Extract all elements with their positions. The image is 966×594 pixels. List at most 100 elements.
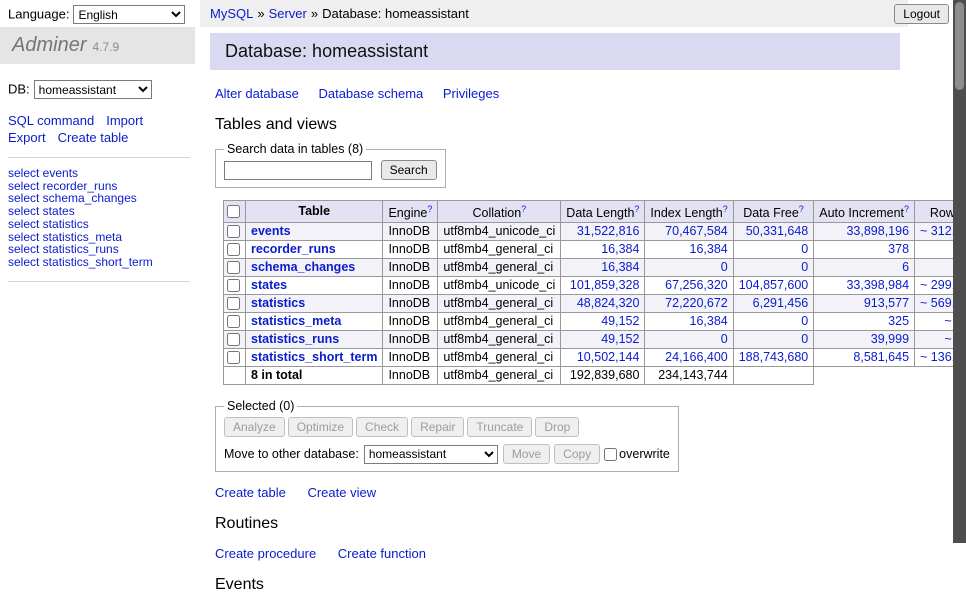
copy-button[interactable]: Copy (554, 444, 600, 464)
index-length-link[interactable]: 72,220,672 (665, 296, 728, 310)
auto-increment-link[interactable]: 8,581,645 (853, 350, 909, 364)
column-header-label: Data Length (566, 206, 634, 220)
move-db-select[interactable]: homeassistant (364, 445, 498, 464)
auto-increment-link[interactable]: 39,999 (871, 332, 909, 346)
auto-increment-link[interactable]: 913,577 (864, 296, 909, 310)
truncate-button[interactable]: Truncate (467, 417, 532, 437)
create-table-link[interactable]: Create table (215, 485, 286, 500)
tables-and-views-heading: Tables and views (215, 116, 910, 134)
sidebar-table-link[interactable]: select statistics_short_term (8, 256, 190, 269)
data-free-link[interactable]: 6,291,456 (753, 296, 809, 310)
sidebar-table-link[interactable]: select states (8, 205, 190, 218)
table-name-link[interactable]: statistics_runs (251, 332, 339, 346)
row-checkbox[interactable] (227, 261, 240, 274)
column-help-link[interactable]: ? (904, 204, 909, 214)
db-select[interactable]: homeassistant (34, 80, 152, 99)
auto-increment-link[interactable]: 33,398,984 (846, 278, 909, 292)
data-free-link[interactable]: 188,743,680 (739, 350, 809, 364)
table-name-link[interactable]: statistics_short_term (251, 350, 377, 364)
row-checkbox[interactable] (227, 279, 240, 292)
privileges-link[interactable]: Privileges (443, 86, 499, 101)
data-length-link[interactable]: 31,522,816 (577, 224, 640, 238)
data-free-link[interactable]: 0 (801, 332, 808, 346)
auto-increment-link[interactable]: 6 (902, 260, 909, 274)
drop-button[interactable]: Drop (535, 417, 579, 437)
column-help-link[interactable]: ? (723, 204, 728, 214)
cell-data-free: 0 (733, 331, 814, 349)
index-length-link[interactable]: 0 (721, 260, 728, 274)
data-length-link[interactable]: 10,502,144 (577, 350, 640, 364)
data-length-link[interactable]: 49,152 (601, 332, 639, 346)
totals-empty-cell (224, 367, 246, 385)
scrollbar-thumb[interactable] (955, 2, 964, 90)
auto-increment-link[interactable]: 33,898,196 (846, 224, 909, 238)
table-name-link[interactable]: states (251, 278, 287, 292)
sidebar-link-import[interactable]: Import (106, 113, 143, 128)
sidebar-table-link[interactable]: select statistics (8, 218, 190, 231)
search-input[interactable] (224, 161, 372, 180)
overwrite-label[interactable]: overwrite (619, 447, 670, 461)
cell-data-length: 16,384 (561, 241, 645, 259)
index-length-link[interactable]: 24,166,400 (665, 350, 728, 364)
table-name-link[interactable]: statistics_meta (251, 314, 341, 328)
index-length-link[interactable]: 0 (721, 332, 728, 346)
data-free-link[interactable]: 0 (801, 314, 808, 328)
data-length-link[interactable]: 16,384 (601, 260, 639, 274)
database-schema-link[interactable]: Database schema (318, 86, 423, 101)
repair-button[interactable]: Repair (411, 417, 464, 437)
analyze-button[interactable]: Analyze (224, 417, 285, 437)
move-button[interactable]: Move (503, 444, 550, 464)
sidebar-link-create-table[interactable]: Create table (58, 130, 129, 145)
cell-data-length: 16,384 (561, 259, 645, 277)
alter-database-link[interactable]: Alter database (215, 86, 299, 101)
create-function-link[interactable]: Create function (338, 546, 426, 561)
auto-increment-link[interactable]: 378 (888, 242, 909, 256)
sidebar-link-export[interactable]: Export (8, 130, 46, 145)
column-help-link[interactable]: ? (427, 204, 432, 214)
row-checkbox[interactable] (227, 297, 240, 310)
row-checkbox[interactable] (227, 333, 240, 346)
table-name-link[interactable]: recorder_runs (251, 242, 336, 256)
data-length-link[interactable]: 16,384 (601, 242, 639, 256)
create-view-link[interactable]: Create view (307, 485, 376, 500)
language-select[interactable]: English (73, 5, 185, 24)
overwrite-checkbox[interactable] (604, 448, 617, 461)
column-help-link[interactable]: ? (634, 204, 639, 214)
select-all-checkbox[interactable] (227, 205, 240, 218)
data-free-link[interactable]: 0 (801, 242, 808, 256)
table-name-link[interactable]: events (251, 224, 291, 238)
auto-increment-link[interactable]: 325 (888, 314, 909, 328)
search-button[interactable]: Search (381, 160, 437, 180)
cell-collation: utf8mb4_general_ci (438, 331, 561, 349)
data-free-link[interactable]: 0 (801, 260, 808, 274)
row-checkbox[interactable] (227, 225, 240, 238)
row-checkbox[interactable] (227, 351, 240, 364)
index-length-link[interactable]: 16,384 (690, 314, 728, 328)
column-help-link[interactable]: ? (799, 204, 804, 214)
data-length-link[interactable]: 48,824,320 (577, 296, 640, 310)
table-name-link[interactable]: schema_changes (251, 260, 355, 274)
sidebar-link-sql-command[interactable]: SQL command (8, 113, 94, 128)
check-button[interactable]: Check (356, 417, 408, 437)
cell-engine: InnoDB (383, 295, 438, 313)
row-checkbox[interactable] (227, 243, 240, 256)
row-checkbox[interactable] (227, 315, 240, 328)
breadcrumb-server-link[interactable]: Server (269, 6, 307, 21)
index-length-link[interactable]: 67,256,320 (665, 278, 728, 292)
index-length-link[interactable]: 16,384 (690, 242, 728, 256)
data-length-link[interactable]: 101,859,328 (570, 278, 640, 292)
table-name-link[interactable]: statistics (251, 296, 305, 310)
sidebar-table-link[interactable]: select events (8, 167, 190, 180)
index-length-link[interactable]: 70,467,584 (665, 224, 728, 238)
adminer-logo[interactable]: Adminer (12, 34, 86, 56)
optimize-button[interactable]: Optimize (288, 417, 353, 437)
breadcrumb-mysql-link[interactable]: MySQL (210, 6, 253, 21)
column-help-link[interactable]: ? (521, 204, 526, 214)
logout-button[interactable]: Logout (894, 4, 949, 24)
data-free-link[interactable]: 104,857,600 (739, 278, 809, 292)
data-length-link[interactable]: 49,152 (601, 314, 639, 328)
data-free-link[interactable]: 50,331,648 (746, 224, 809, 238)
cell-name: recorder_runs (246, 241, 383, 259)
create-procedure-link[interactable]: Create procedure (215, 546, 316, 561)
scrollbar[interactable] (953, 0, 966, 543)
